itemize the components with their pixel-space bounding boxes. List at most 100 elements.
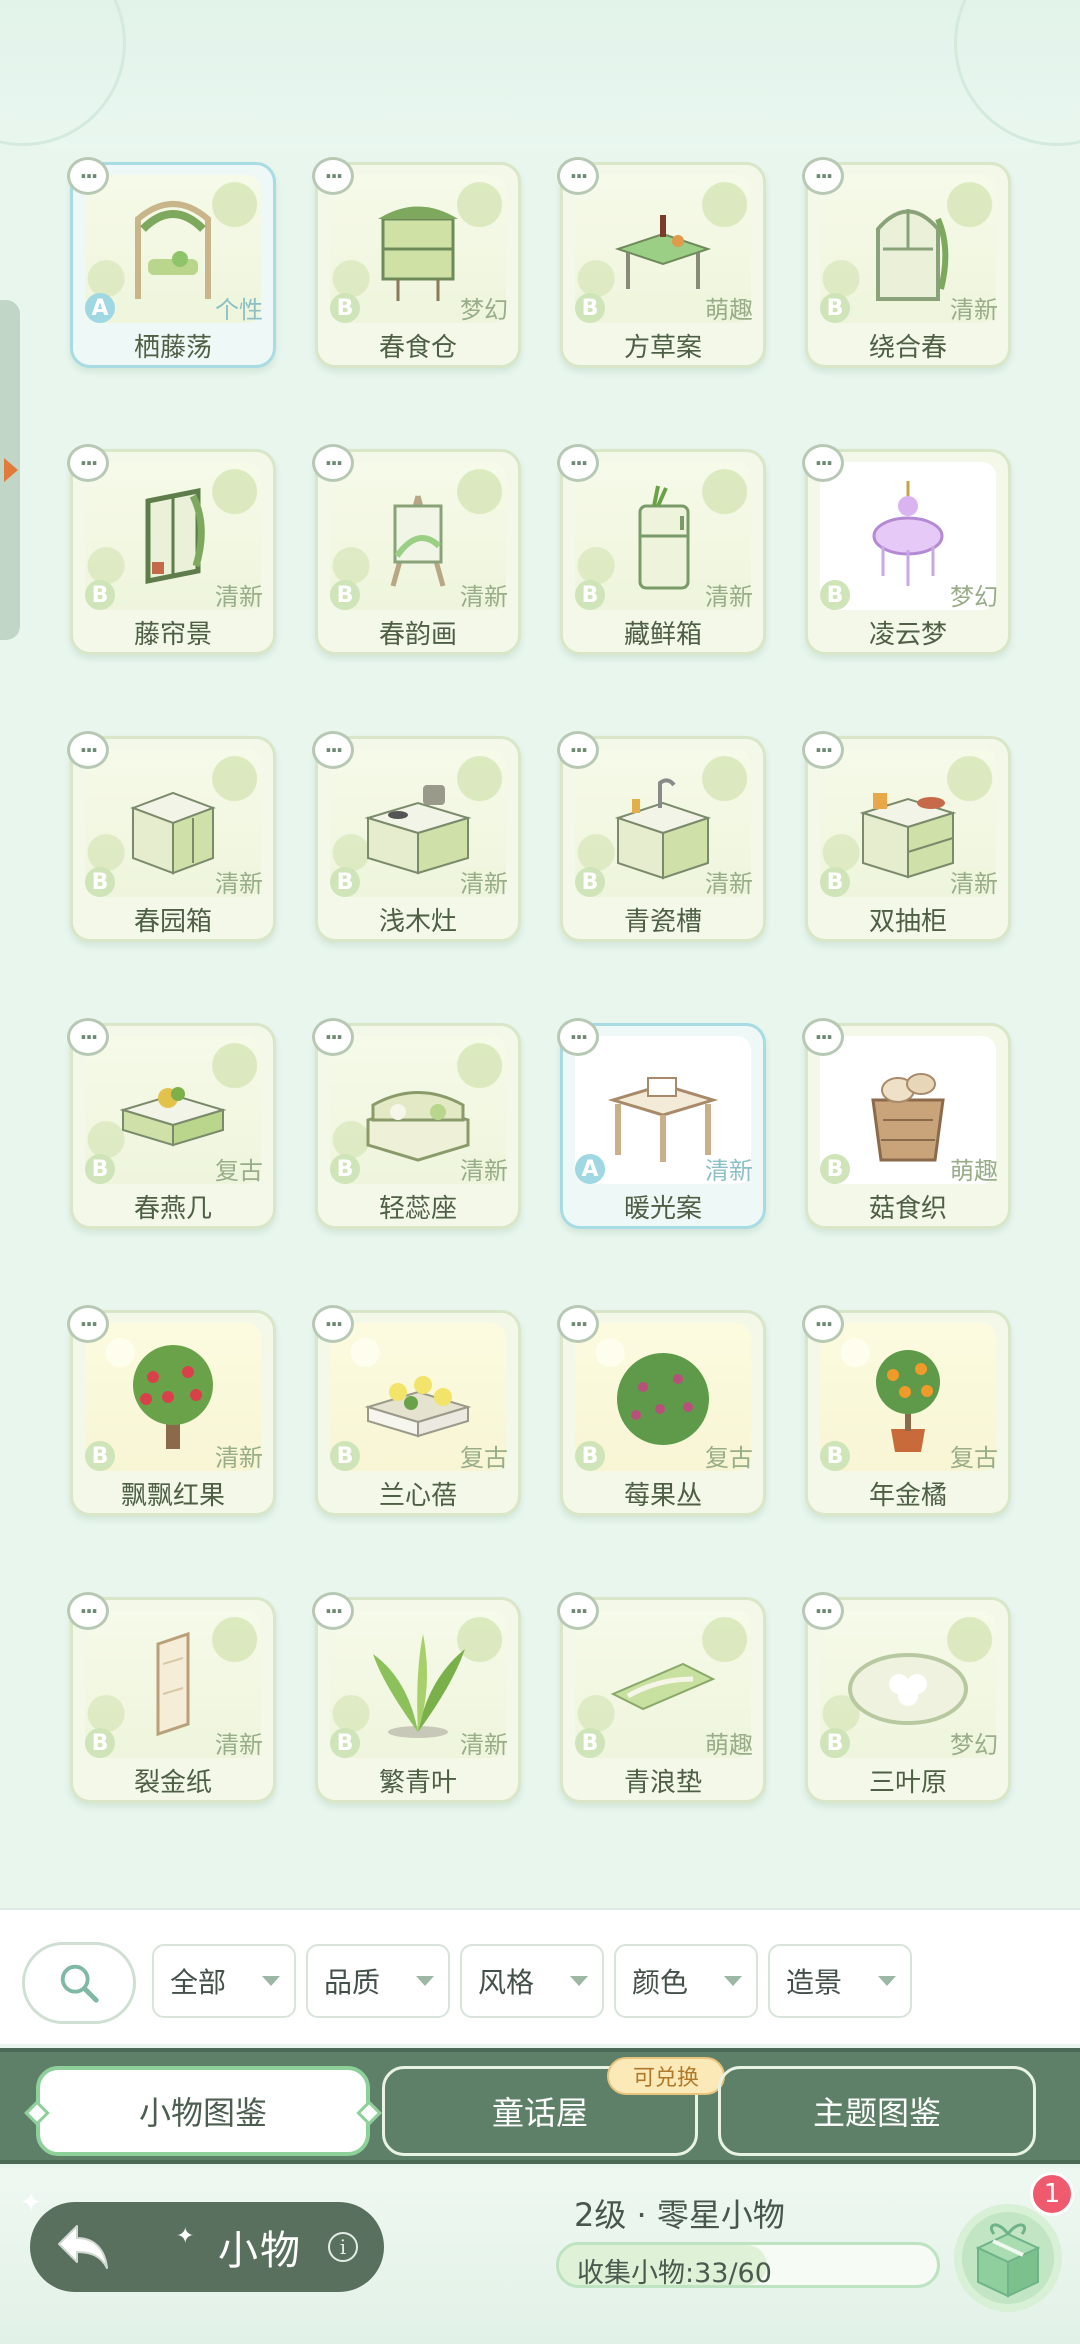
filter-scenery-dropdown[interactable]: 造景 bbox=[768, 1944, 912, 2018]
search-icon bbox=[60, 1964, 99, 2003]
category-title: 小物 bbox=[218, 2228, 302, 2274]
more-options-icon[interactable]: ··· bbox=[67, 1018, 109, 1056]
item-card[interactable]: ··· B 梦幻 凌云梦 bbox=[802, 444, 1011, 655]
style-tag: 萌趣 bbox=[950, 1157, 998, 1185]
item-name: 菇食织 bbox=[868, 1194, 947, 1224]
more-options-icon[interactable]: ··· bbox=[67, 1305, 109, 1343]
item-card[interactable]: ··· B 清新 双抽柜 bbox=[802, 731, 1011, 942]
style-tag: 清新 bbox=[460, 870, 508, 898]
rarity-badge: B bbox=[85, 1441, 115, 1471]
tab-fairy-house[interactable]: 童话屋 可兑换 bbox=[382, 2057, 725, 2156]
item-name: 青瓷槽 bbox=[623, 907, 702, 937]
item-card[interactable]: ··· B 清新 轻蕊座 bbox=[312, 1018, 521, 1229]
more-options-icon[interactable]: ··· bbox=[557, 1592, 599, 1630]
item-card[interactable]: ··· B 清新 春园箱 bbox=[67, 731, 276, 942]
rarity-badge: B bbox=[575, 293, 605, 323]
collection-count: 收集小物:33/60 bbox=[577, 2258, 772, 2288]
more-options-icon[interactable]: ··· bbox=[312, 1592, 354, 1630]
filter-style-dropdown[interactable]: 风格 bbox=[460, 1944, 604, 2018]
more-options-icon[interactable]: ··· bbox=[312, 444, 354, 482]
item-name: 春食仓 bbox=[378, 333, 457, 363]
more-options-icon[interactable]: ··· bbox=[802, 1305, 844, 1343]
item-card[interactable]: ··· B 清新 繁青叶 bbox=[312, 1592, 521, 1803]
item-name: 暖光案 bbox=[623, 1194, 702, 1224]
more-options-icon[interactable]: ··· bbox=[67, 157, 109, 195]
tab-label: 童话屋 bbox=[491, 2094, 588, 2132]
filter-color-dropdown[interactable]: 颜色 bbox=[614, 1944, 758, 2018]
item-card[interactable]: ··· B 萌趣 菇食织 bbox=[802, 1018, 1011, 1229]
filter-label: 风格 bbox=[478, 1966, 535, 1999]
chevron-down-icon bbox=[416, 1976, 434, 1986]
item-name: 春燕几 bbox=[133, 1194, 212, 1224]
more-options-icon[interactable]: ··· bbox=[312, 157, 354, 195]
item-card[interactable]: ··· B 清新 藤帘景 bbox=[67, 444, 276, 655]
more-options-icon[interactable]: ··· bbox=[802, 731, 844, 769]
item-card[interactable]: ··· B 清新 飘飘红果 bbox=[67, 1305, 276, 1516]
rarity-badge: B bbox=[820, 1441, 850, 1471]
tab-theme-catalog[interactable]: 主题图鉴 bbox=[718, 2066, 1036, 2156]
rarity-badge: A bbox=[85, 293, 115, 323]
item-card[interactable]: ··· B 清新 藏鲜箱 bbox=[557, 444, 766, 655]
item-card[interactable]: ··· B 萌趣 方草案 bbox=[557, 157, 766, 368]
item-name: 栖藤荡 bbox=[133, 333, 212, 363]
rarity-badge: B bbox=[820, 580, 850, 610]
item-card[interactable]: ··· A 个性 栖藤荡 bbox=[67, 157, 276, 368]
more-options-icon[interactable]: ··· bbox=[557, 157, 599, 195]
search-button[interactable] bbox=[22, 1942, 136, 2024]
item-card[interactable]: ··· B 梦幻 春食仓 bbox=[312, 157, 521, 368]
rarity-badge: B bbox=[330, 580, 360, 610]
rarity-badge: B bbox=[85, 867, 115, 897]
more-options-icon[interactable]: ··· bbox=[312, 1305, 354, 1343]
more-options-icon[interactable]: ··· bbox=[67, 444, 109, 482]
filter-all-dropdown[interactable]: 全部 bbox=[152, 1944, 296, 2018]
back-button[interactable] bbox=[50, 2216, 116, 2276]
chevron-down-icon bbox=[878, 1976, 896, 1986]
style-tag: 清新 bbox=[705, 1157, 753, 1185]
more-options-icon[interactable]: ··· bbox=[802, 444, 844, 482]
rarity-badge: B bbox=[820, 293, 850, 323]
more-options-icon[interactable]: ··· bbox=[802, 1592, 844, 1630]
item-card[interactable]: ··· B 复古 春燕几 bbox=[67, 1018, 276, 1229]
item-card[interactable]: ··· B 清新 绕合春 bbox=[802, 157, 1011, 368]
style-tag: 梦幻 bbox=[950, 583, 998, 611]
more-options-icon[interactable]: ··· bbox=[312, 731, 354, 769]
tab-item-catalog[interactable]: 小物图鉴 bbox=[24, 2066, 382, 2156]
item-name: 春园箱 bbox=[133, 907, 212, 937]
style-tag: 清新 bbox=[705, 583, 753, 611]
item-card[interactable]: ··· B 梦幻 三叶原 bbox=[802, 1592, 1011, 1803]
more-options-icon[interactable]: ··· bbox=[557, 1305, 599, 1343]
more-options-icon[interactable]: ··· bbox=[557, 444, 599, 482]
item-name: 绕合春 bbox=[868, 333, 947, 363]
more-options-icon[interactable]: ··· bbox=[557, 731, 599, 769]
sparkle-icon: ✦ bbox=[20, 2188, 42, 2218]
item-card[interactable]: ··· B 清新 春韵画 bbox=[312, 444, 521, 655]
style-tag: 清新 bbox=[950, 296, 998, 324]
more-options-icon[interactable]: ··· bbox=[67, 1592, 109, 1630]
item-name: 凌云梦 bbox=[868, 620, 947, 650]
item-card[interactable]: ··· B 复古 年金橘 bbox=[802, 1305, 1011, 1516]
item-card[interactable]: ··· B 复古 兰心蓓 bbox=[312, 1305, 521, 1516]
style-tag: 复古 bbox=[705, 1444, 753, 1472]
more-options-icon[interactable]: ··· bbox=[557, 1018, 599, 1056]
info-icon[interactable]: i bbox=[328, 2232, 358, 2262]
rarity-badge: B bbox=[330, 1154, 360, 1184]
more-options-icon[interactable]: ··· bbox=[802, 157, 844, 195]
item-name: 轻蕊座 bbox=[378, 1194, 457, 1224]
item-card[interactable]: ··· B 清新 浅木灶 bbox=[312, 731, 521, 942]
more-options-icon[interactable]: ··· bbox=[312, 1018, 354, 1056]
expand-arrow-icon bbox=[4, 458, 18, 482]
footer: ✦ ✦ ✦ 小物 i 2级 · 零星小物 收集小物:33/60 bbox=[0, 2168, 1080, 2344]
item-name: 方草案 bbox=[623, 333, 702, 363]
style-tag: 复古 bbox=[215, 1157, 263, 1185]
item-card[interactable]: ··· A 清新 暖光案 bbox=[557, 1018, 766, 1229]
item-card[interactable]: ··· B 清新 裂金纸 bbox=[67, 1592, 276, 1803]
item-card[interactable]: ··· B 复古 莓果丛 bbox=[557, 1305, 766, 1516]
more-options-icon[interactable]: ··· bbox=[802, 1018, 844, 1056]
style-tag: 萌趣 bbox=[705, 296, 753, 324]
more-options-icon[interactable]: ··· bbox=[67, 731, 109, 769]
item-card[interactable]: ··· B 清新 青瓷槽 bbox=[557, 731, 766, 942]
side-drawer-handle[interactable] bbox=[0, 300, 20, 640]
item-name: 裂金纸 bbox=[133, 1768, 212, 1798]
item-card[interactable]: ··· B 萌趣 青浪垫 bbox=[557, 1592, 766, 1803]
filter-quality-dropdown[interactable]: 品质 bbox=[306, 1944, 450, 2018]
